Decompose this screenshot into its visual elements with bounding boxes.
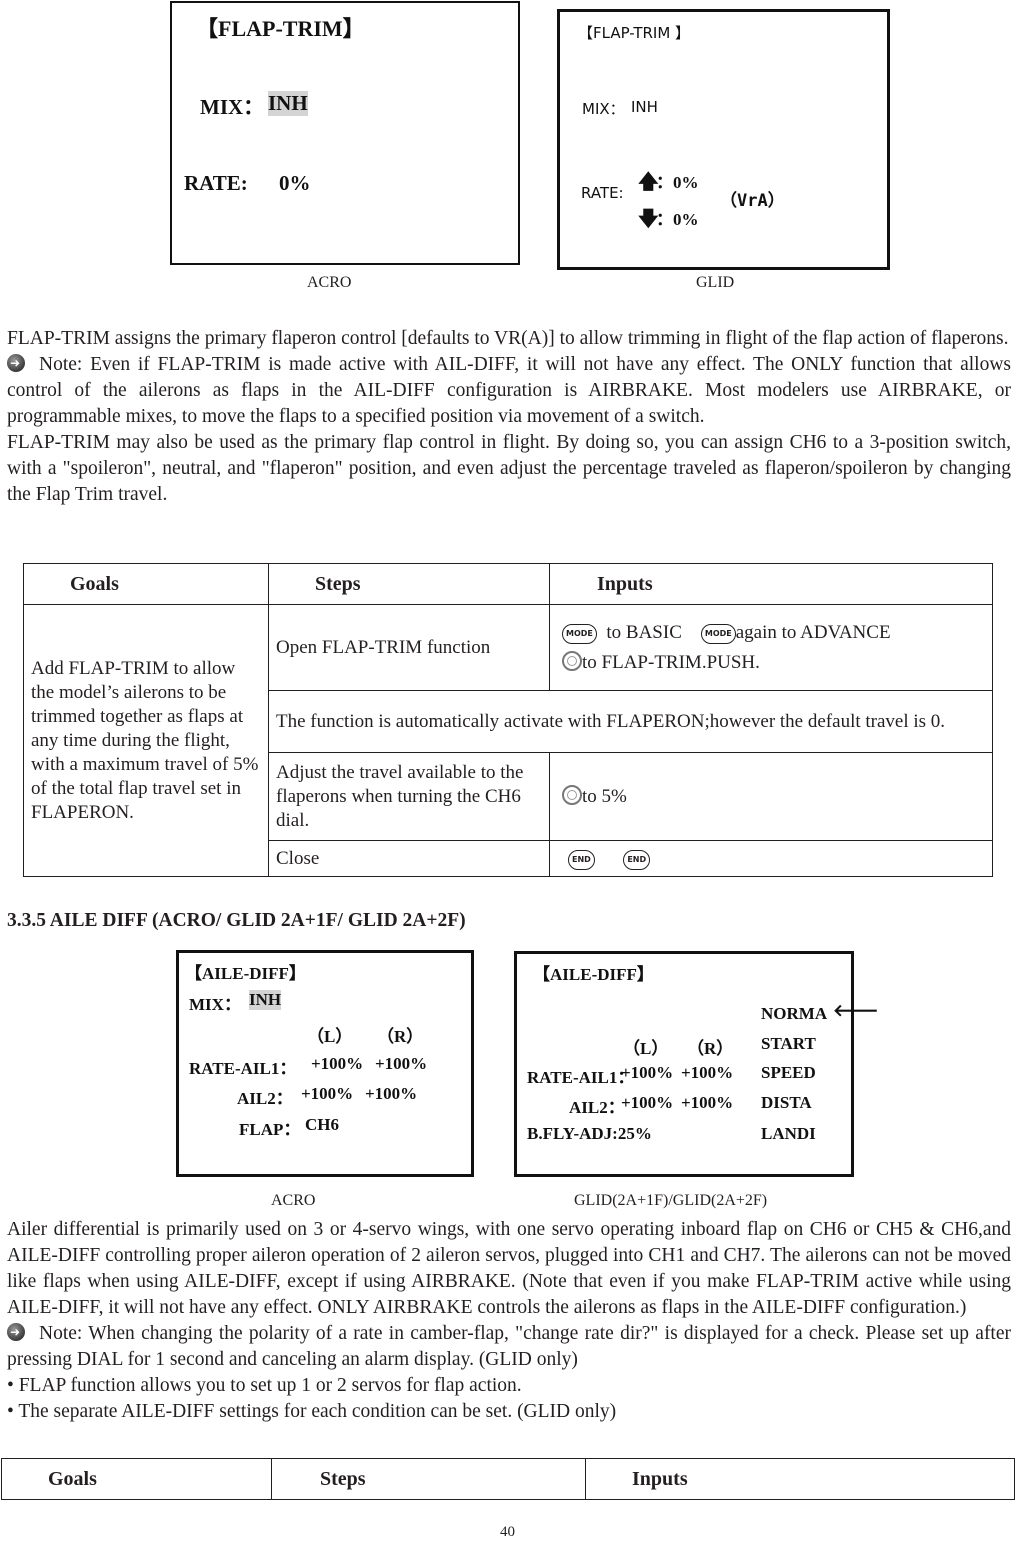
input-cell: END END bbox=[549, 840, 993, 877]
dial-icon bbox=[562, 650, 582, 671]
ail2-right: +100% bbox=[681, 1093, 734, 1112]
flap-label: FLAP： bbox=[239, 1120, 301, 1139]
column-left-label: （L） bbox=[307, 1027, 353, 1046]
header-steps: Steps bbox=[268, 563, 550, 605]
column-right-label: （R） bbox=[687, 1039, 734, 1058]
mix-value: INH bbox=[268, 91, 308, 116]
note-text: Note: When changing the polarity of a ra… bbox=[7, 1323, 1011, 1370]
section-heading: 3.3.5 AILE DIFF (ACRO/ GLID 2A+1F/ GLID … bbox=[7, 910, 466, 931]
aile-diff-description: Ailer differential is primarily used on … bbox=[7, 1217, 1011, 1425]
input-cell: to 5% bbox=[549, 752, 993, 841]
bfly-adj: B.FLY-ADJ:25% bbox=[527, 1124, 652, 1143]
input-cell: MODE to BASIC MODE again to ADVANCE to FL… bbox=[549, 604, 993, 691]
column-left-label: （L） bbox=[623, 1039, 669, 1058]
flap-value: CH6 bbox=[305, 1115, 339, 1134]
bullet-item: • The separate AILE-DIFF settings for ea… bbox=[7, 1401, 617, 1422]
mix-label: MIX： bbox=[582, 100, 625, 118]
mix-label: MIX： bbox=[189, 995, 241, 1014]
flap-trim-steps-table: Goals Steps Inputs Add FLAP-TRIM to allo… bbox=[23, 563, 993, 877]
step-cell: Close bbox=[268, 840, 550, 877]
input-text: again to ADVANCE bbox=[735, 621, 891, 643]
aile-diff-acro-screen: 【AILE-DIFF】 MIX： INH （L） （R） RATE-AIL1： … bbox=[176, 950, 474, 1177]
rate-ail1-label: RATE-AIL1： bbox=[189, 1059, 297, 1078]
note-arrow-icon bbox=[7, 1323, 25, 1341]
table-header-row: Goals Steps Inputs bbox=[23, 563, 993, 605]
flap-trim-description: FLAP-TRIM assigns the primary flaperon c… bbox=[7, 326, 1011, 508]
ail2-label: AIL2： bbox=[569, 1098, 625, 1117]
screen-title: 【AILE-DIFF】 bbox=[185, 964, 306, 983]
dial-icon bbox=[562, 785, 582, 805]
mode-button-icon: MODE bbox=[562, 623, 597, 644]
condition-start: START bbox=[761, 1034, 816, 1053]
mix-value: INH bbox=[631, 98, 658, 116]
screen-title: 【FLAP-TRIM】 bbox=[196, 16, 365, 41]
end-button-icon: END bbox=[623, 849, 651, 870]
condition-normal: NORMA bbox=[761, 1004, 828, 1023]
header-goals: Goals bbox=[1, 1458, 272, 1500]
table-header-row: Goals Steps Inputs bbox=[1, 1458, 1015, 1500]
paragraph-primary-control: FLAP-TRIM may also be used as the primar… bbox=[7, 432, 1011, 505]
rate-value: 0% bbox=[279, 171, 311, 195]
goal-cell: Add FLAP-TRIM to allow the model’s ailer… bbox=[23, 604, 269, 877]
rate-ail1-left: +100% bbox=[311, 1054, 364, 1073]
note-arrow-icon bbox=[7, 354, 25, 372]
header-inputs: Inputs bbox=[585, 1458, 1015, 1500]
ail2-left: +100% bbox=[621, 1093, 674, 1112]
rate-label: RATE: bbox=[581, 184, 624, 202]
paragraph-intro: FLAP-TRIM assigns the primary flaperon c… bbox=[7, 328, 1009, 349]
rate-ail1-label: RATE-AIL1： bbox=[527, 1068, 635, 1087]
mix-label: MIX： bbox=[200, 95, 265, 119]
mix-value: INH bbox=[249, 990, 282, 1010]
note-paragraph: Note: When changing the polarity of a ra… bbox=[7, 1321, 1011, 1373]
condition-distance: DISTA bbox=[761, 1093, 812, 1112]
rate-ail1-right: +100% bbox=[681, 1063, 734, 1082]
ail2-left: +100% bbox=[301, 1084, 354, 1103]
rate-ail1-right: +100% bbox=[375, 1054, 428, 1073]
page-number: 40 bbox=[500, 1524, 515, 1540]
paragraph-intro: Ailer differential is primarily used on … bbox=[7, 1219, 1011, 1318]
rate-ail1-left: +100% bbox=[621, 1063, 674, 1082]
end-button-icon: END bbox=[568, 849, 595, 870]
note-text: Note: Even if FLAP-TRIM is made active w… bbox=[7, 354, 1011, 427]
input-text: to BASIC bbox=[606, 621, 682, 643]
column-right-label: （R） bbox=[377, 1027, 424, 1046]
header-inputs: Inputs bbox=[549, 563, 993, 605]
caption-glid: GLID bbox=[696, 274, 735, 291]
merged-note-cell: The function is automatically activate w… bbox=[268, 690, 993, 753]
table-row: Add FLAP-TRIM to allow the model’s ailer… bbox=[23, 604, 993, 877]
header-steps: Steps bbox=[271, 1458, 586, 1500]
aile-diff-steps-table: Goals Steps Inputs bbox=[1, 1458, 1015, 1500]
step-cell: Adjust the travel available to the flape… bbox=[268, 752, 550, 841]
aile-diff-glid-screen: 【AILE-DIFF】 （L） （R） RATE-AIL1： +100% +10… bbox=[514, 951, 879, 1177]
rate-label: RATE: bbox=[184, 171, 248, 195]
condition-landing: LANDI bbox=[761, 1124, 816, 1143]
mode-button-icon: MODE bbox=[700, 623, 736, 644]
selected-arrow-icon: 🡐 bbox=[833, 1001, 879, 1020]
flap-trim-acro-screen: 【FLAP-TRIM】 MIX： INH RATE: 0% bbox=[170, 1, 520, 265]
caption-glid: GLID(2A+1F)/GLID(2A+2F) bbox=[574, 1192, 768, 1209]
ail2-label: AIL2： bbox=[237, 1089, 293, 1108]
bullet-item: • FLAP function allows you to set up 1 o… bbox=[7, 1375, 522, 1396]
note-paragraph: Note: Even if FLAP-TRIM is made active w… bbox=[7, 352, 1011, 430]
screen-title: 【AILE-DIFF】 bbox=[533, 965, 654, 984]
rate-down-value: ：0% bbox=[656, 210, 699, 229]
rate-up-value: ：0% bbox=[656, 173, 699, 192]
step-cell: Open FLAP-TRIM function bbox=[268, 604, 550, 691]
caption-acro: ACRO bbox=[307, 274, 352, 291]
input-text: to FLAP-TRIM.PUSH. bbox=[582, 651, 760, 673]
header-goals: Goals bbox=[23, 563, 269, 605]
condition-speed: SPEED bbox=[761, 1063, 816, 1082]
control-source: （VrA） bbox=[720, 191, 785, 211]
ail2-right: +100% bbox=[365, 1084, 418, 1103]
input-text: to 5% bbox=[582, 786, 627, 807]
caption-acro: ACRO bbox=[271, 1192, 316, 1209]
screen-title: 【FLAP-TRIM 】 bbox=[578, 24, 691, 42]
flap-trim-glid-screen: 【FLAP-TRIM 】 MIX： INH RATE: 🡅 ：0% 🡇 ：0% … bbox=[557, 9, 890, 270]
